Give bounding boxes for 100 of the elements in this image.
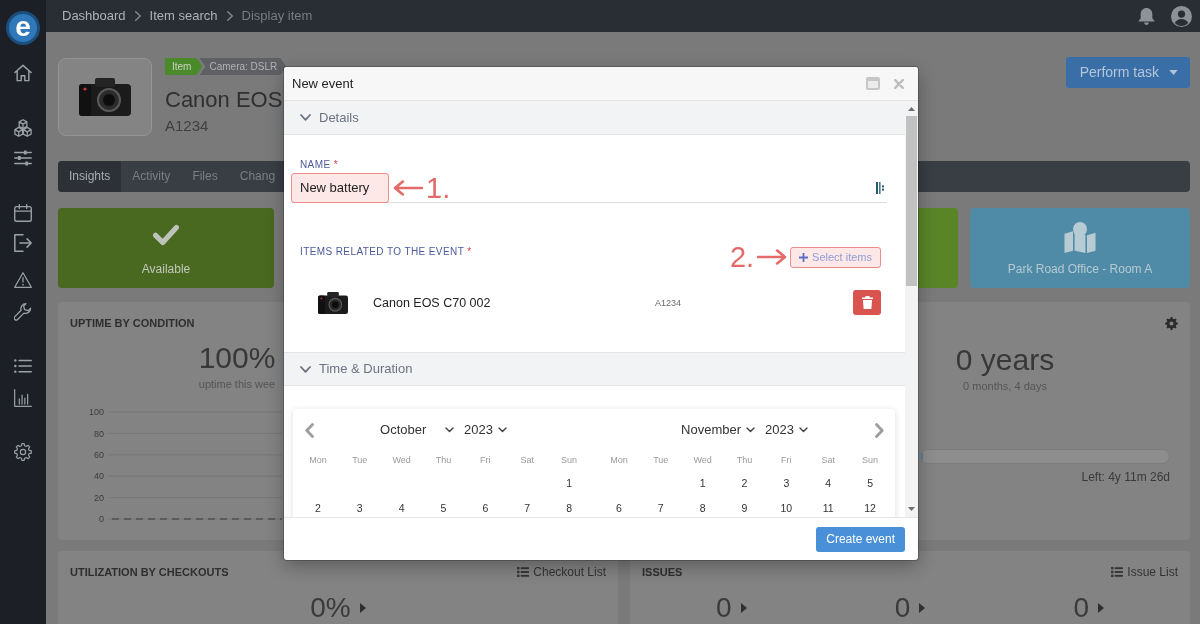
axis-tick: 40 [94, 471, 104, 482]
list-icon [1111, 567, 1124, 577]
name-input[interactable]: New battery [291, 172, 389, 203]
bar-chart-icon[interactable] [14, 389, 32, 407]
weekday-label: Mon [309, 454, 327, 467]
weekday-label: Thu [435, 454, 452, 467]
stat-value: 0 [716, 593, 732, 623]
item-name: Canon EOS C70 002 [373, 294, 491, 311]
calendar-day[interactable]: 5 [440, 500, 447, 515]
field-label: NAME * [300, 159, 338, 171]
calendar-day[interactable]: 2 [315, 500, 321, 515]
wrench-icon[interactable] [14, 303, 32, 321]
calendar-day[interactable]: 8 [699, 500, 706, 515]
cubes-icon[interactable] [14, 119, 32, 137]
camera-image [318, 291, 348, 314]
section-header[interactable]: Time & Duration [284, 352, 905, 386]
weekday-label: Wed [693, 454, 712, 467]
calendar-day[interactable]: 12 [864, 500, 876, 515]
chevron-down-icon [300, 114, 311, 121]
axis-tick: 100 [88, 407, 104, 418]
settings-icon[interactable] [14, 443, 32, 461]
weekday-label: Sat [821, 454, 835, 467]
list-icon[interactable] [14, 357, 32, 375]
calendar-day[interactable]: 2 [741, 475, 748, 490]
panel-title: ISSUES [642, 565, 683, 579]
item-code: A1234 [655, 296, 682, 309]
caret-down-icon [497, 427, 507, 433]
camera-image [79, 78, 131, 116]
home-icon[interactable] [14, 64, 32, 82]
year-select[interactable]: 2023 [763, 420, 810, 440]
annotation-number: 2. [729, 242, 755, 272]
calendar-day[interactable]: 4 [825, 475, 832, 490]
plus-icon [799, 252, 809, 262]
breadcrumb-current: Display item [241, 7, 313, 26]
arrow-icon [393, 179, 423, 196]
calendar-day[interactable]: 10 [780, 500, 793, 515]
calendar-day[interactable]: 7 [657, 500, 664, 515]
sliders-icon[interactable] [14, 149, 32, 167]
down-triangle-icon[interactable] [908, 507, 915, 511]
warning-icon[interactable] [14, 271, 32, 289]
up-triangle-icon[interactable] [908, 107, 915, 111]
trash-icon [861, 296, 873, 309]
calendar-day[interactable]: 7 [524, 500, 531, 515]
chevron-left-icon[interactable] [304, 422, 314, 438]
caret-icon [1169, 70, 1178, 75]
breadcrumb-link[interactable]: Item search [149, 6, 218, 26]
calendar-day[interactable]: 9 [741, 500, 748, 515]
annotation-number: 1. [426, 172, 451, 203]
settings-icon[interactable] [1165, 317, 1178, 330]
calendar-day[interactable]: 3 [783, 475, 790, 490]
axis-tick: 60 [94, 450, 104, 460]
month-select[interactable]: November [679, 420, 758, 440]
calendar-day[interactable]: 1 [566, 475, 572, 490]
weekday-label: Tue [352, 454, 368, 467]
calendar-icon[interactable] [14, 204, 32, 222]
tab[interactable]: Insights [58, 161, 122, 192]
caret-down-icon [746, 427, 756, 433]
weekday-label: Sun [561, 454, 578, 467]
scrollbar[interactable] [905, 101, 918, 517]
field-label: ITEMS RELATED TO THE EVENT * [300, 246, 472, 258]
weekday-label: Mon [610, 454, 628, 467]
weekday-label: Fri [781, 454, 792, 467]
weekday-label: Wed [392, 454, 411, 467]
calendar-day[interactable]: 11 [822, 500, 834, 515]
caret-icon[interactable] [1097, 603, 1104, 613]
axis-tick: 20 [94, 492, 104, 503]
user-icon[interactable] [1171, 5, 1192, 27]
calendar-day[interactable]: 5 [867, 475, 873, 490]
calendar-day[interactable]: 1 [699, 475, 706, 490]
caret-icon[interactable] [919, 603, 926, 613]
calendar-day[interactable]: 8 [566, 500, 572, 515]
section-header[interactable]: Details [284, 101, 905, 135]
chevron-icon [134, 11, 141, 21]
caret-icon[interactable] [359, 603, 366, 613]
weekday-label: Sun [862, 454, 879, 467]
month-select[interactable]: October [378, 420, 457, 440]
stat-value: 0% [310, 593, 351, 623]
axis-tick: 0 [99, 514, 104, 524]
scan-icon[interactable] [876, 181, 884, 194]
chevron-right-icon[interactable] [874, 422, 884, 438]
remaining-text: Left: 4y 11m 26d [1081, 469, 1170, 485]
map-icon [1062, 222, 1098, 253]
arrow-icon [757, 249, 788, 265]
calendar-day[interactable]: 6 [482, 500, 489, 515]
weekday-label: Thu [736, 454, 753, 467]
calendar-day[interactable]: 6 [616, 500, 622, 515]
calendar-day[interactable]: 3 [356, 500, 363, 515]
stat-value: 0 [1073, 593, 1089, 623]
calendar-day[interactable]: 4 [398, 500, 405, 515]
caret-icon[interactable] [740, 603, 747, 613]
card-label: Available [141, 262, 191, 276]
scrollbar-thumb[interactable] [906, 116, 917, 286]
breadcrumb-link[interactable]: Dashboard [62, 6, 126, 26]
delete-button[interactable] [853, 290, 881, 315]
app-logo[interactable]: e [6, 11, 40, 45]
year-select[interactable]: 2023 [462, 420, 509, 440]
panel-title: UPTIME BY CONDITION [70, 316, 195, 330]
caret-down-icon [798, 427, 808, 433]
exit-icon[interactable] [14, 234, 32, 252]
bell-icon[interactable] [1138, 7, 1155, 25]
